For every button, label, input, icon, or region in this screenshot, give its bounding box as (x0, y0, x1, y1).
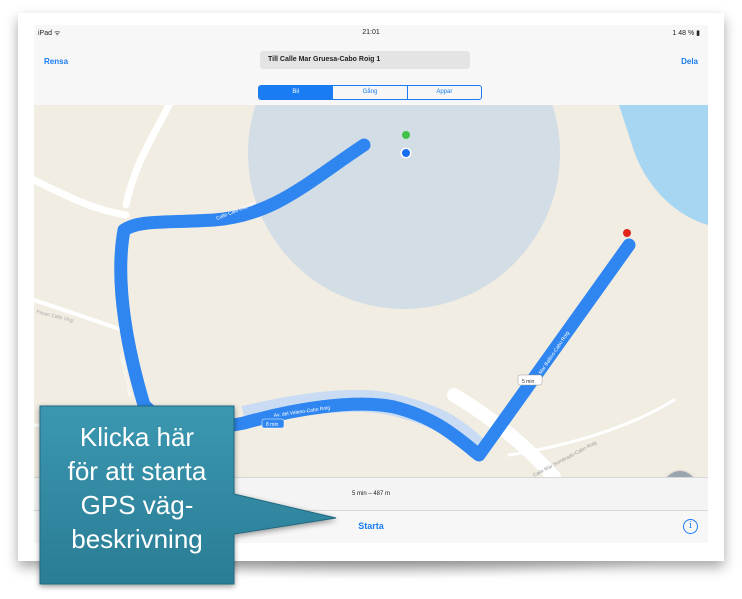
callout-text: Klicka här för att starta GPS väg- beskr… (40, 420, 234, 584)
current-location-dot (402, 149, 410, 157)
mode-walk-tab[interactable]: Gång (333, 86, 408, 99)
callout-line: GPS väg- (80, 490, 194, 520)
transport-mode-bar: Bil Gång Appar (34, 79, 708, 106)
destination-pin[interactable] (623, 229, 631, 237)
route-time-badge-label: 5 min (522, 379, 534, 385)
start-pin[interactable] (402, 131, 410, 139)
share-button[interactable]: Dela (681, 57, 698, 66)
callout-line: för att starta (67, 456, 207, 486)
info-icon[interactable]: i (683, 519, 698, 534)
battery-status: 1 48 % ▮ (672, 30, 700, 37)
transport-mode-segmented-control: Bil Gång Appar (258, 85, 482, 100)
route-destination-field[interactable]: Till Calle Mar Gruesa-Cabo Roig 1 (260, 51, 470, 69)
mode-apps-tab[interactable]: Appar (408, 86, 481, 99)
status-time: 21:01 (362, 29, 380, 36)
callout-line: beskrivning (71, 524, 203, 554)
navigation-bar: Rensa Till Calle Mar Gruesa-Cabo Roig 1 … (34, 41, 708, 80)
status-bar: iPad ᯤ 21:01 1 48 % ▮ (34, 25, 708, 41)
mode-car-tab[interactable]: Bil (259, 86, 334, 99)
route-time-badge-label: 8 min (266, 422, 278, 428)
clear-button[interactable]: Rensa (44, 57, 68, 66)
callout-line: Klicka här (79, 422, 195, 452)
